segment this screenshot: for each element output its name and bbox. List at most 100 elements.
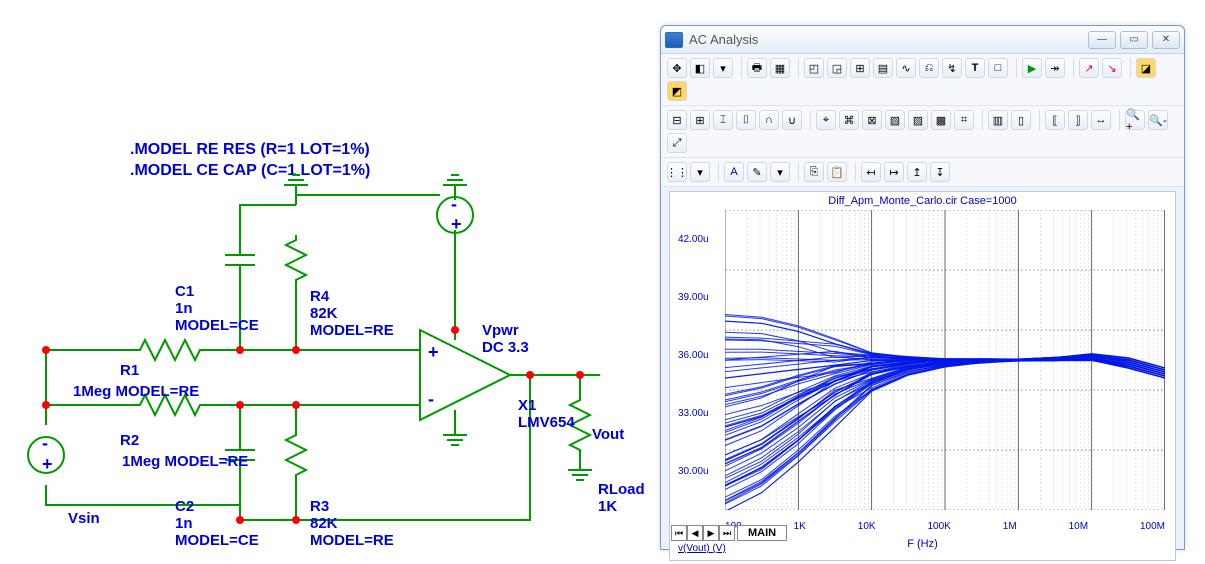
tool-icon[interactable]: ⎌ (919, 58, 939, 78)
tool-icon[interactable]: ⌶ (713, 110, 733, 130)
tool-icon[interactable]: ◲ (827, 58, 847, 78)
plot-area[interactable]: Diff_Apm_Monte_Carlo.cir Case=1000 42.00… (669, 191, 1176, 561)
tab-main[interactable]: MAIN (737, 525, 787, 541)
tool-icon[interactable]: ▤ (873, 58, 893, 78)
close-button[interactable]: ✕ (1152, 31, 1180, 49)
window-title: AC Analysis (689, 32, 1088, 47)
tool-icon[interactable]: ⌘ (839, 110, 859, 130)
y-tick-labels: 42.00u 39.00u 36.00u 33.00u 30.00u 27.00… (678, 210, 709, 558)
tool-icon[interactable]: ⌖ (816, 110, 836, 130)
tool-icon[interactable]: ∿ (896, 58, 916, 78)
tool-icon[interactable]: ↯ (942, 58, 962, 78)
svg-text:-: - (451, 194, 457, 214)
svg-text:+: + (451, 214, 462, 234)
text-icon[interactable]: T (965, 58, 985, 78)
capacitor-c1 (225, 235, 255, 285)
tool-icon[interactable]: ⟦ (1045, 110, 1065, 130)
tool-icon[interactable]: ▯ (1011, 110, 1031, 130)
tool-icon[interactable]: ⌗ (954, 110, 974, 130)
tool-icon[interactable]: ∪ (782, 110, 802, 130)
ground-top (284, 175, 308, 195)
tool-icon[interactable]: ↗ (1079, 58, 1099, 78)
grid-icon[interactable]: ⋮⋮ (667, 162, 687, 182)
paste-icon[interactable]: 📋 (827, 162, 847, 182)
label-vsin: Vsin (68, 510, 100, 527)
zoom-out-icon[interactable]: 🔍- (1148, 110, 1168, 130)
zoom-in-icon[interactable]: 🔍+ (1125, 110, 1145, 130)
svg-text:+: + (428, 342, 439, 362)
tool-icon[interactable]: □ (988, 58, 1008, 78)
tool-icon[interactable]: ⊟ (667, 110, 687, 130)
tool-icon[interactable]: ◩ (667, 81, 687, 101)
tool-icon[interactable]: ⤢ (667, 133, 687, 153)
resistor-r3 (286, 430, 306, 480)
svg-text:+: + (42, 454, 53, 474)
copy-icon[interactable]: ⎘ (804, 162, 824, 182)
label-r3: R3 82K MODEL=RE (310, 498, 394, 549)
tool-icon[interactable]: ▾ (770, 162, 790, 182)
tool-icon[interactable]: ◧ (690, 58, 710, 78)
step-icon[interactable]: ↠ (1045, 58, 1065, 78)
tool-icon[interactable]: ∩ (759, 110, 779, 130)
toolbar-row-2: ⊟ ⊞ ⌶ ⌷ ∩ ∪ ⌖ ⌘ ⊠ ▧ ▨ ▩ ⌗ ▥ ▯ ⟦ ⟧ ↔ 🔍+ 🔍… (661, 106, 1184, 158)
color-icon[interactable]: ✎ (747, 162, 767, 182)
tool-icon[interactable]: ↔ (1091, 110, 1111, 130)
plot-title: Diff_Apm_Monte_Carlo.cir Case=1000 (670, 192, 1175, 207)
label-r1: R1 (120, 362, 139, 379)
tool-icon[interactable]: ▨ (908, 110, 928, 130)
app-icon (665, 32, 683, 48)
svg-text:-: - (42, 433, 48, 453)
view-icon[interactable]: ▦ (770, 58, 790, 78)
maximize-button[interactable]: ▭ (1120, 31, 1148, 49)
tool-icon[interactable]: ▩ (931, 110, 951, 130)
window-titlebar: AC Analysis — ▭ ✕ (661, 26, 1184, 54)
tool-icon[interactable]: ▾ (690, 162, 710, 182)
ac-analysis-window: AC Analysis — ▭ ✕ ✥ ◧ ▾ 🖶 ▦ ◰ ◲ ⊞ ▤ ∿ ⎌ … (660, 25, 1185, 550)
label-rload: RLoad 1K (598, 481, 645, 515)
label-c2: C2 1n MODEL=CE (175, 498, 259, 549)
label-r4: R4 82K MODEL=RE (310, 288, 394, 339)
tool-icon[interactable]: ↥ (907, 162, 927, 182)
cursor-icon[interactable]: ✥ (667, 58, 687, 78)
tool-icon[interactable]: ▧ (885, 110, 905, 130)
toolbar-row-3: ⋮⋮ ▾ A ✎ ▾ ⎘ 📋 ↤ ↦ ↥ ↧ (661, 158, 1184, 187)
source-vpwr: - + (437, 175, 473, 234)
svg-text:-: - (428, 389, 434, 409)
tool-icon[interactable]: ◪ (1136, 58, 1156, 78)
tab-prev-icon[interactable]: ◀ (687, 525, 703, 541)
y-axis-label[interactable]: v(Vout) (V) (678, 543, 726, 554)
tool-icon[interactable]: ↦ (884, 162, 904, 182)
run-icon[interactable]: ▶ (1022, 58, 1042, 78)
ground-rload (568, 470, 592, 480)
axes-icon[interactable]: ⊞ (850, 58, 870, 78)
tool-icon[interactable]: ↧ (930, 162, 950, 182)
label-x1: X1 LMV654 (518, 397, 575, 431)
tab-first-icon[interactable]: ⏮ (671, 525, 687, 541)
zoom-icon[interactable]: ⊠ (862, 110, 882, 130)
font-icon[interactable]: A (724, 162, 744, 182)
plot-tab-bar: ⏮ ◀ ▶ ⏭ MAIN (671, 525, 787, 541)
label-vpwr: Vpwr DC 3.3 (482, 322, 529, 356)
tool-icon[interactable]: ▾ (713, 58, 733, 78)
source-vsin: - + (28, 433, 64, 474)
label-c1: C1 1n MODEL=CE (175, 283, 259, 334)
label-r2v: 1Meg MODEL=RE (122, 453, 248, 470)
monte-carlo-plot (725, 210, 1165, 510)
tab-last-icon[interactable]: ⏭ (719, 525, 735, 541)
tool-icon[interactable]: ⊞ (690, 110, 710, 130)
tool-icon[interactable]: ▥ (988, 110, 1008, 130)
resistor-r1 (130, 340, 210, 360)
minimize-button[interactable]: — (1088, 31, 1116, 49)
tool-icon[interactable]: ◰ (804, 58, 824, 78)
tab-next-icon[interactable]: ▶ (703, 525, 719, 541)
label-r2: R2 (120, 432, 139, 449)
label-r1v: 1Meg MODEL=RE (73, 383, 199, 400)
print-icon[interactable]: 🖶 (747, 58, 767, 78)
tool-icon[interactable]: ⟧ (1068, 110, 1088, 130)
tool-icon[interactable]: ↘ (1102, 58, 1122, 78)
x-tick-labels: 100 1K 10K 100K 1M 10M 100M (725, 521, 1165, 532)
tool-icon[interactable]: ⌷ (736, 110, 756, 130)
tool-icon[interactable]: ↤ (861, 162, 881, 182)
net-vout: Vout (592, 426, 624, 443)
toolbar-row-1: ✥ ◧ ▾ 🖶 ▦ ◰ ◲ ⊞ ▤ ∿ ⎌ ↯ T □ ▶ ↠ ↗ ↘ ◪ ◩ (661, 54, 1184, 106)
